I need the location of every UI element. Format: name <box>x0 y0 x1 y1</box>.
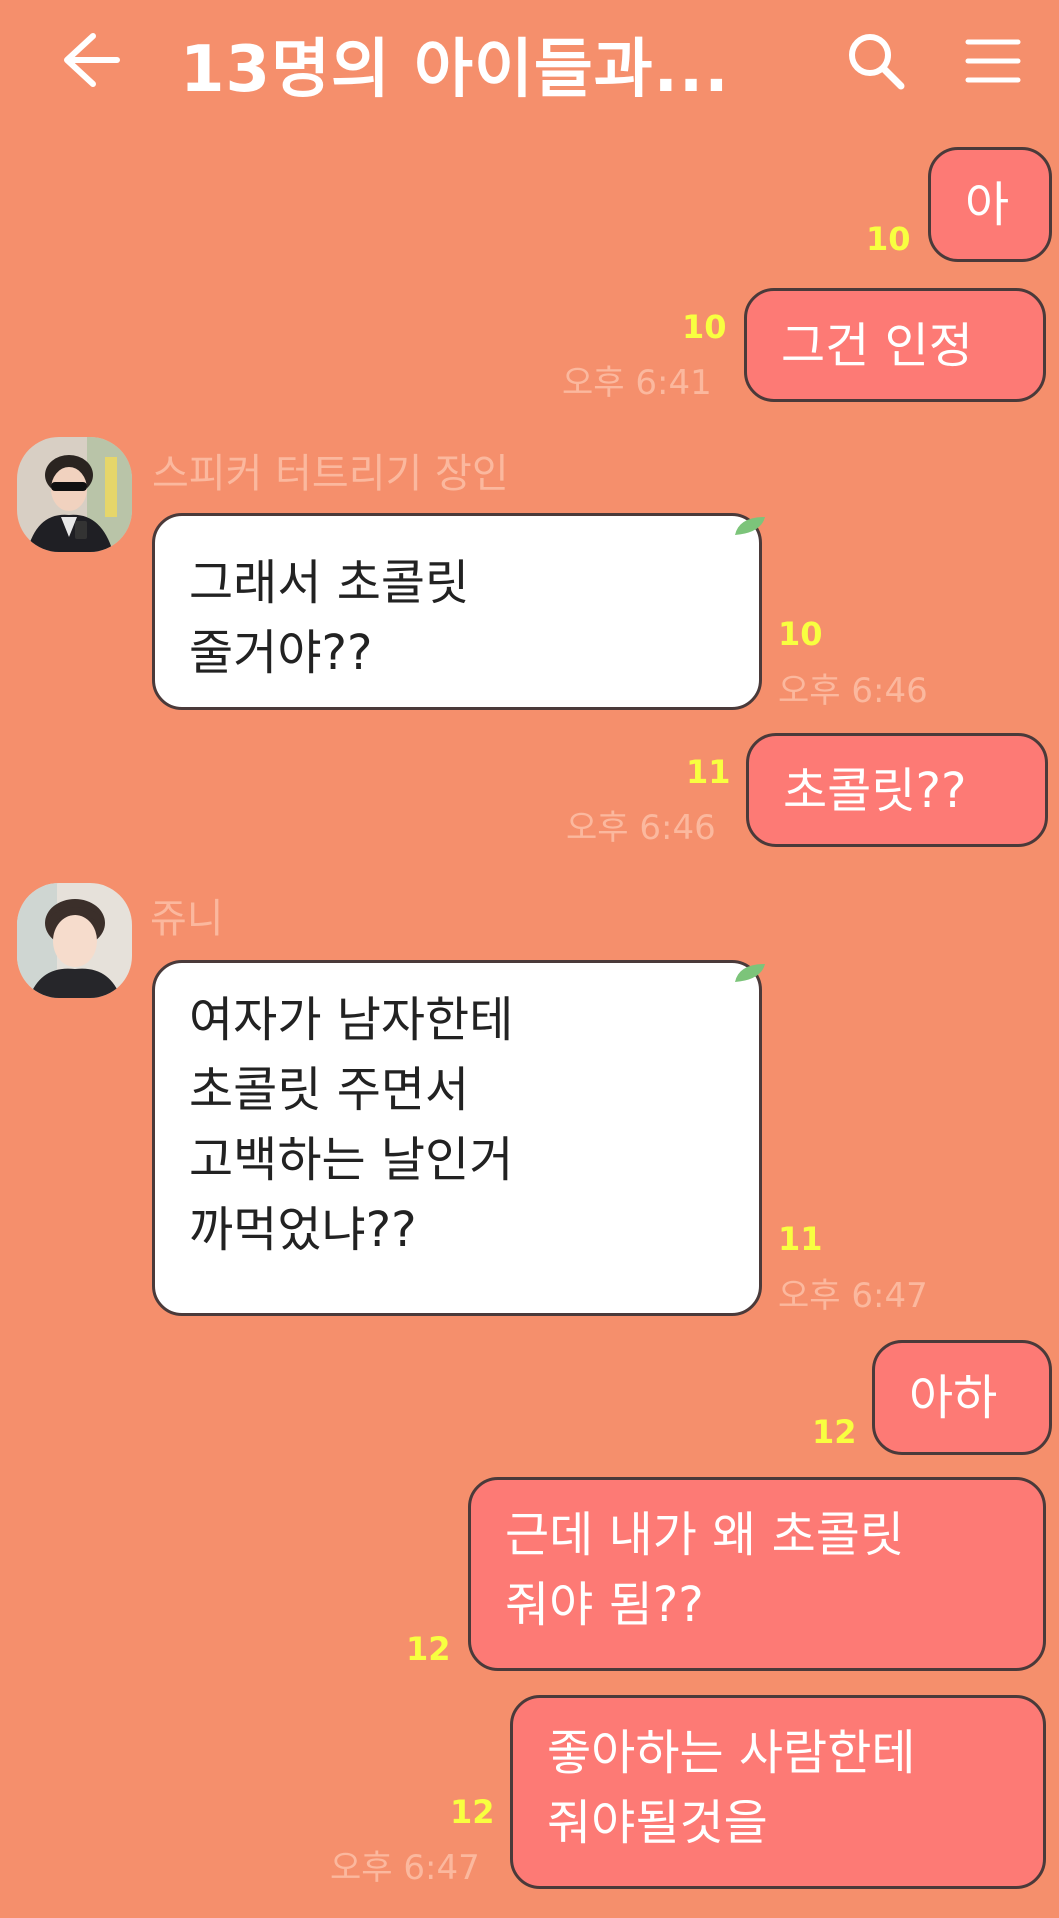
message-text: 근데 내가 왜 초콜릿 줘야 됨?? <box>505 1507 905 1633</box>
my-message-bubble[interactable]: 아 <box>928 147 1052 262</box>
message-time: 오후 6:46 <box>778 671 928 711</box>
my-message-bubble[interactable]: 아하 <box>872 1340 1052 1455</box>
message-time: 오후 6:47 <box>778 1276 928 1316</box>
message-text: 여자가 남자한테 초콜릿 주면서 고백하는 날인거 까먹었냐?? <box>189 992 514 1258</box>
unread-count: 10 <box>682 308 727 346</box>
message-time: 오후 6:46 <box>566 808 716 848</box>
unread-count: 11 <box>778 1220 823 1258</box>
message-text: 아 <box>965 177 1010 233</box>
message-text: 그건 인정 <box>781 318 973 374</box>
friend-message-bubble[interactable]: 여자가 남자한테 초콜릿 주면서 고백하는 날인거 까먹었냐?? <box>152 960 762 1316</box>
chat-header: 13명의 아이들과... <box>0 0 1059 120</box>
unread-count: 12 <box>406 1630 451 1668</box>
search-icon[interactable] <box>845 30 907 92</box>
unread-count: 11 <box>686 753 731 791</box>
friend-message-bubble[interactable]: 그래서 초콜릿 줄거야?? <box>152 513 762 710</box>
sender-name: 스피커 터트리기 장인 <box>152 451 509 497</box>
message-text: 초콜릿?? <box>783 763 967 819</box>
unread-count: 10 <box>866 220 911 258</box>
message-text: 아하 <box>909 1370 998 1426</box>
message-time: 오후 6:47 <box>330 1848 480 1888</box>
unread-count: 10 <box>778 615 823 653</box>
my-message-bubble[interactable]: 그건 인정 <box>744 288 1046 402</box>
sender-name: 쥬니 <box>150 896 224 942</box>
leaf-icon <box>735 517 765 535</box>
avatar[interactable] <box>17 883 132 998</box>
arrow-left-icon[interactable] <box>55 28 125 92</box>
message-text: 그래서 초콜릿 줄거야?? <box>189 555 470 681</box>
message-time: 오후 6:41 <box>562 363 712 403</box>
my-message-bubble[interactable]: 좋아하는 사람한테 줘야될것을 <box>510 1695 1046 1889</box>
unread-count: 12 <box>450 1793 495 1831</box>
leaf-icon <box>735 964 765 982</box>
my-message-bubble[interactable]: 초콜릿?? <box>746 733 1048 847</box>
avatar[interactable] <box>17 437 132 552</box>
message-text: 좋아하는 사람한테 줘야될것을 <box>547 1725 916 1851</box>
chat-title: 13명의 아이들과... <box>180 33 730 107</box>
hamburger-menu-icon[interactable] <box>965 36 1021 86</box>
my-message-bubble[interactable]: 근데 내가 왜 초콜릿 줘야 됨?? <box>468 1477 1046 1671</box>
unread-count: 12 <box>812 1413 857 1451</box>
